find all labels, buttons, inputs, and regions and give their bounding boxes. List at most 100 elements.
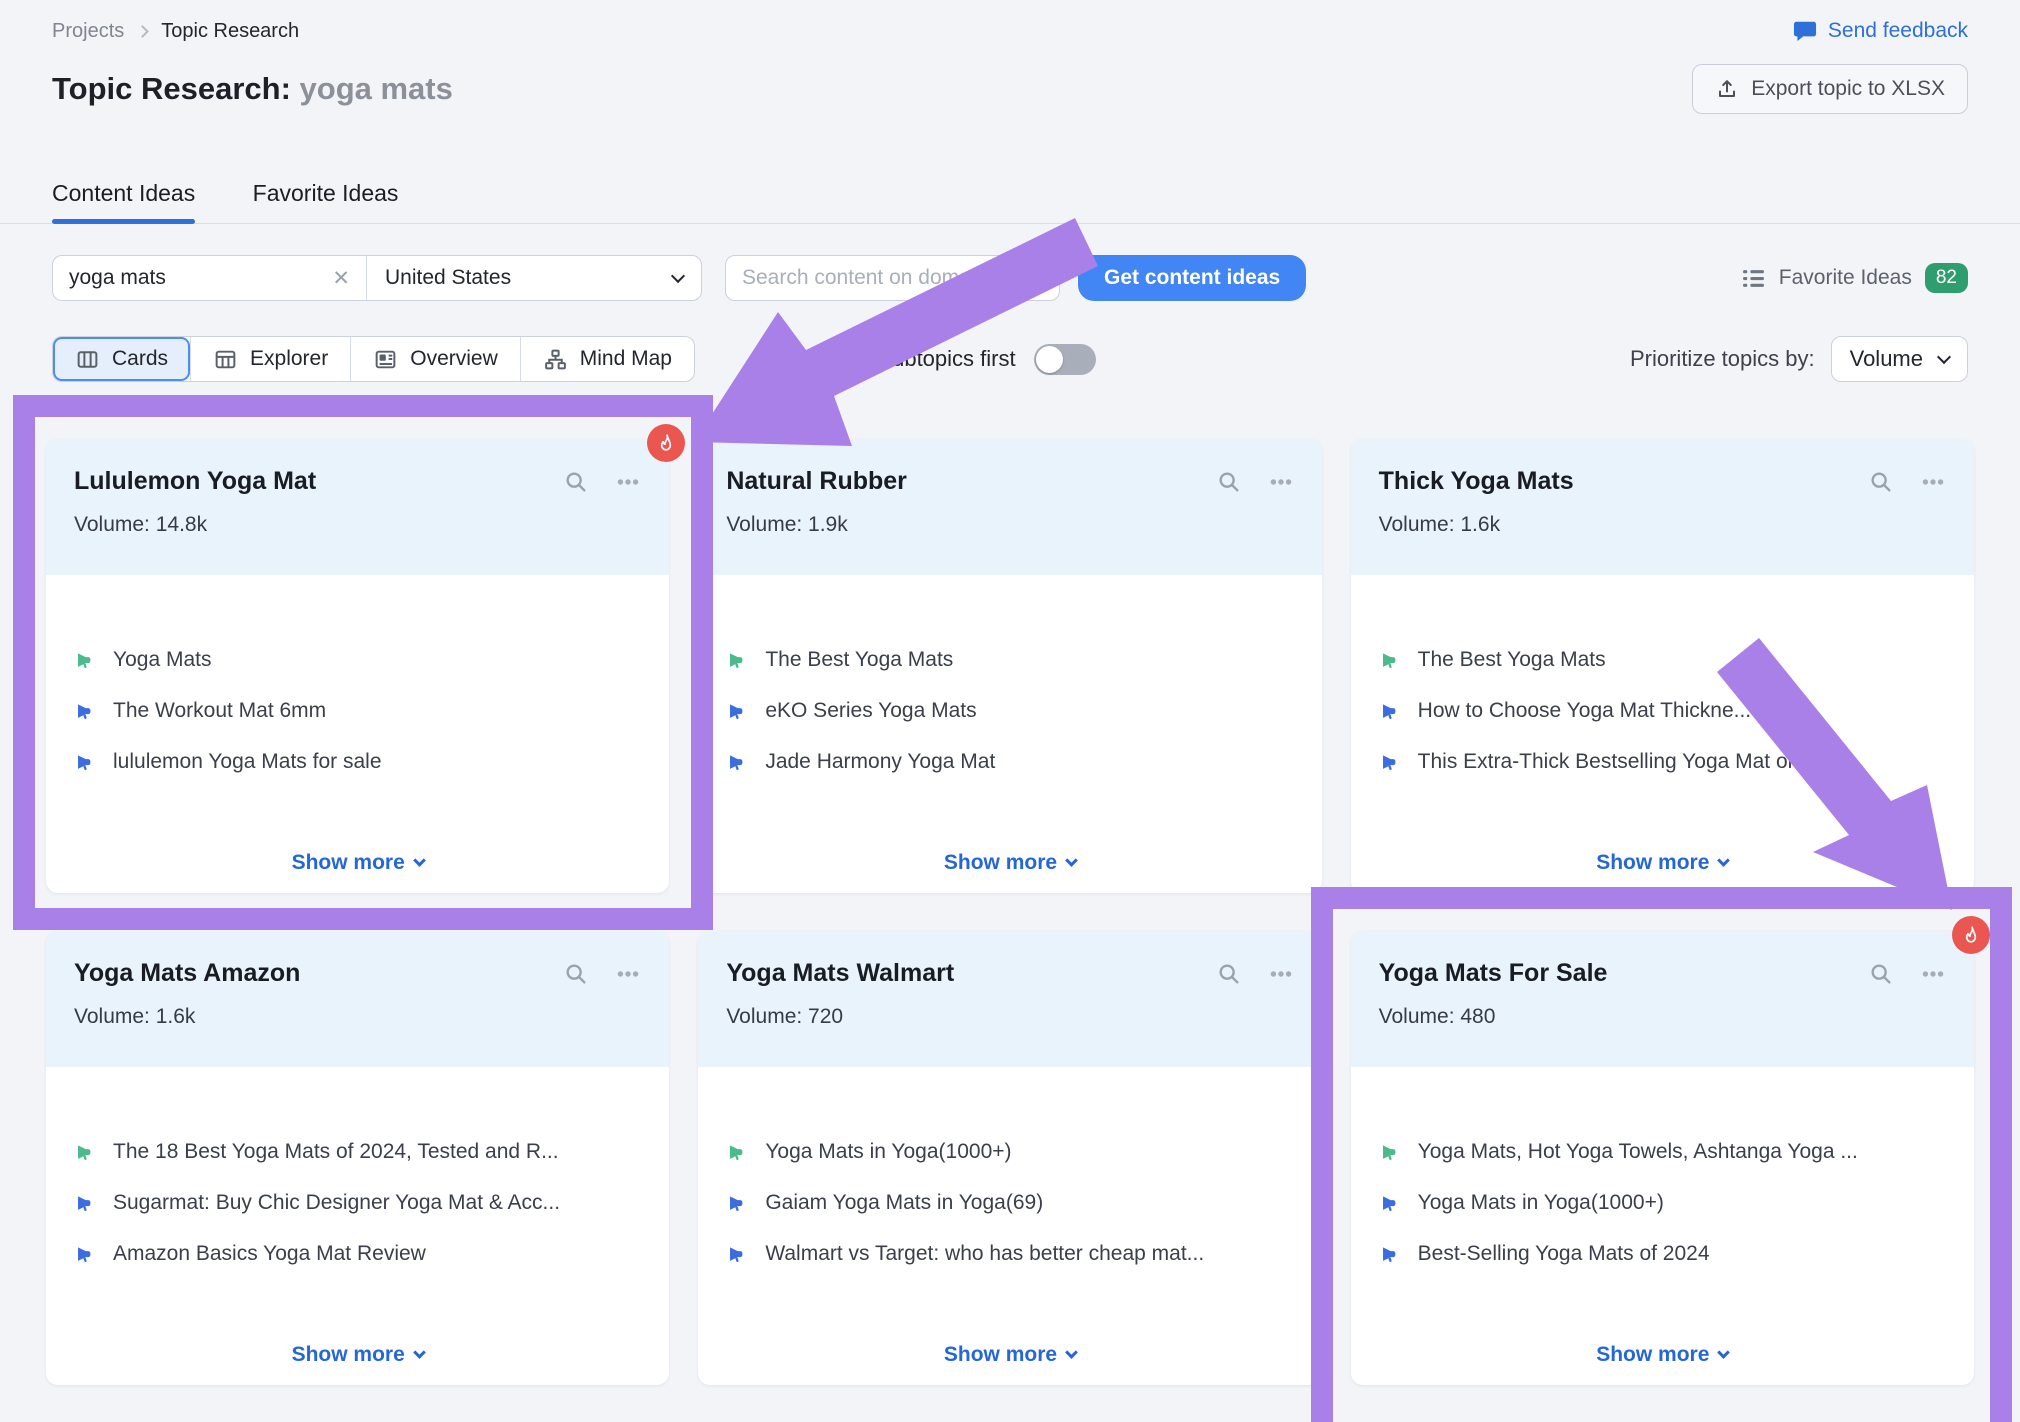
- overview-view-icon: [373, 347, 398, 372]
- idea-item[interactable]: Jade Harmony Yoga Mat: [726, 751, 1293, 773]
- show-more-link[interactable]: Show more: [46, 1343, 669, 1367]
- idea-item[interactable]: Yoga Mats in Yoga(1000+): [1379, 1192, 1946, 1214]
- view-cards[interactable]: Cards: [53, 337, 190, 381]
- show-more-link[interactable]: Show more: [698, 851, 1321, 875]
- explorer-view-icon: [213, 347, 238, 372]
- megaphone-icon: [74, 1243, 97, 1265]
- idea-text: This Extra-Thick Bestselling Yoga Mat on…: [1418, 751, 1865, 773]
- search-topic-icon[interactable]: [1216, 469, 1242, 495]
- idea-item[interactable]: Walmart vs Target: who has better cheap …: [726, 1243, 1293, 1265]
- show-more-link[interactable]: Show more: [46, 851, 669, 875]
- search-topic-icon[interactable]: [1868, 469, 1894, 495]
- megaphone-icon: [726, 1243, 749, 1265]
- idea-item[interactable]: Sugarmat: Buy Chic Designer Yoga Mat & A…: [74, 1192, 641, 1214]
- megaphone-icon: [1379, 1243, 1402, 1265]
- keyword-input[interactable]: [69, 266, 330, 290]
- favorite-ideas-count-badge: 82: [1925, 263, 1968, 293]
- view-mind-map[interactable]: Mind Map: [520, 337, 694, 381]
- tab-content-ideas[interactable]: Content Ideas: [52, 180, 195, 223]
- megaphone-icon: [1379, 1141, 1402, 1163]
- page-title-query: yoga mats: [300, 71, 453, 106]
- card-volume: Volume: 480: [1379, 1005, 1946, 1029]
- favorite-ideas-shortcut[interactable]: Favorite Ideas 82: [1741, 263, 1968, 293]
- card-body: Yoga Mats, Hot Yoga Towels, Ashtanga Yog…: [1351, 1067, 1974, 1385]
- idea-item[interactable]: Gaiam Yoga Mats in Yoga(69): [726, 1192, 1293, 1214]
- idea-item[interactable]: The Best Yoga Mats: [1379, 649, 1946, 671]
- chevron-down-icon: [413, 1346, 426, 1359]
- idea-item[interactable]: The Best Yoga Mats: [726, 649, 1293, 671]
- megaphone-icon: [1379, 751, 1402, 773]
- breadcrumb-projects[interactable]: Projects: [52, 20, 124, 43]
- tab-favorite-ideas[interactable]: Favorite Ideas: [253, 180, 399, 223]
- card-title[interactable]: Lululemon Yoga Mat: [74, 467, 316, 496]
- export-xlsx-button[interactable]: Export topic to XLSX: [1692, 64, 1968, 114]
- prioritize-value: Volume: [1850, 346, 1923, 372]
- idea-item[interactable]: The 18 Best Yoga Mats of 2024, Tested an…: [74, 1141, 641, 1163]
- card-actions: [563, 469, 641, 495]
- cards-view-icon: [75, 347, 100, 372]
- show-more-link[interactable]: Show more: [1351, 851, 1974, 875]
- idea-item[interactable]: Best-Selling Yoga Mats of 2024: [1379, 1243, 1946, 1265]
- idea-item[interactable]: Yoga Mats, Hot Yoga Towels, Ashtanga Yog…: [1379, 1141, 1946, 1163]
- more-options-icon[interactable]: [1920, 961, 1946, 987]
- card-body: The Best Yoga Mats eKO Series Yoga Mats …: [698, 575, 1321, 893]
- trending-subtopics-toggle[interactable]: [1034, 344, 1096, 375]
- view-explorer[interactable]: Explorer: [190, 337, 350, 381]
- more-options-icon[interactable]: [615, 469, 641, 495]
- card-title[interactable]: Natural Rubber: [726, 467, 907, 496]
- idea-text: How to Choose Yoga Mat Thickne...: [1418, 700, 1751, 722]
- card-title[interactable]: Thick Yoga Mats: [1379, 467, 1574, 496]
- megaphone-icon: [726, 1141, 749, 1163]
- view-switcher: Cards Explorer Overview Mind Map: [52, 336, 695, 382]
- view-bar: Cards Explorer Overview Mind Map Trendin…: [0, 336, 2020, 382]
- ideas-list: The Best Yoga Mats How to Choose Yoga Ma…: [1351, 575, 1974, 773]
- view-overview[interactable]: Overview: [350, 337, 520, 381]
- more-options-icon[interactable]: [1268, 961, 1294, 987]
- card-actions: [563, 961, 641, 987]
- prioritize-label: Prioritize topics by:: [1630, 346, 1815, 372]
- chevron-down-icon: [413, 854, 426, 867]
- send-feedback-link[interactable]: Send feedback: [1792, 18, 1968, 44]
- search-topic-icon[interactable]: [1868, 961, 1894, 987]
- search-topic-icon[interactable]: [563, 961, 589, 987]
- get-content-ideas-button[interactable]: Get content ideas: [1078, 255, 1306, 301]
- more-options-icon[interactable]: [1268, 469, 1294, 495]
- idea-text: The Workout Mat 6mm: [113, 700, 326, 722]
- ideas-list: Yoga Mats The Workout Mat 6mm lululemon …: [46, 575, 669, 773]
- megaphone-icon: [74, 1141, 97, 1163]
- domain-search-input[interactable]: [725, 255, 1060, 301]
- idea-item[interactable]: lululemon Yoga Mats for sale: [74, 751, 641, 773]
- show-more-link[interactable]: Show more: [1351, 1343, 1974, 1367]
- prioritize-select[interactable]: Volume: [1831, 336, 1968, 382]
- hot-topic-badge: [647, 424, 685, 462]
- more-options-icon[interactable]: [1920, 469, 1946, 495]
- show-more-link[interactable]: Show more: [698, 1343, 1321, 1367]
- search-topic-icon[interactable]: [1216, 961, 1242, 987]
- idea-item[interactable]: eKO Series Yoga Mats: [726, 700, 1293, 722]
- idea-text: Best-Selling Yoga Mats of 2024: [1418, 1243, 1710, 1265]
- country-select[interactable]: United States: [366, 256, 701, 300]
- card-title[interactable]: Yoga Mats For Sale: [1379, 959, 1608, 988]
- fire-icon: [1959, 923, 1983, 947]
- card-actions: [1868, 961, 1946, 987]
- feedback-bubble-icon: [1792, 18, 1818, 44]
- search-topic-icon[interactable]: [563, 469, 589, 495]
- idea-item[interactable]: Amazon Basics Yoga Mat Review: [74, 1243, 641, 1265]
- megaphone-icon: [74, 649, 97, 671]
- keyword-field-wrap: ✕: [53, 256, 366, 300]
- idea-item[interactable]: This Extra-Thick Bestselling Yoga Mat on…: [1379, 751, 1946, 773]
- page-title: Topic Research: yoga mats: [52, 71, 453, 107]
- top-bar: Projects Topic Research Send feedback: [0, 0, 2020, 44]
- card-title[interactable]: Yoga Mats Walmart: [726, 959, 954, 988]
- idea-item[interactable]: How to Choose Yoga Mat Thickne...: [1379, 700, 1946, 722]
- more-options-icon[interactable]: [615, 961, 641, 987]
- idea-item[interactable]: Yoga Mats in Yoga(1000+): [726, 1141, 1293, 1163]
- annotation-arrow-1: [694, 218, 1098, 446]
- card-title[interactable]: Yoga Mats Amazon: [74, 959, 300, 988]
- clear-keyword-icon[interactable]: ✕: [330, 266, 352, 291]
- card-header: Yoga Mats Walmart Volume: 720: [698, 931, 1321, 1067]
- chevron-down-icon: [1718, 1346, 1731, 1359]
- megaphone-icon: [726, 700, 749, 722]
- idea-item[interactable]: The Workout Mat 6mm: [74, 700, 641, 722]
- idea-item[interactable]: Yoga Mats: [74, 649, 641, 671]
